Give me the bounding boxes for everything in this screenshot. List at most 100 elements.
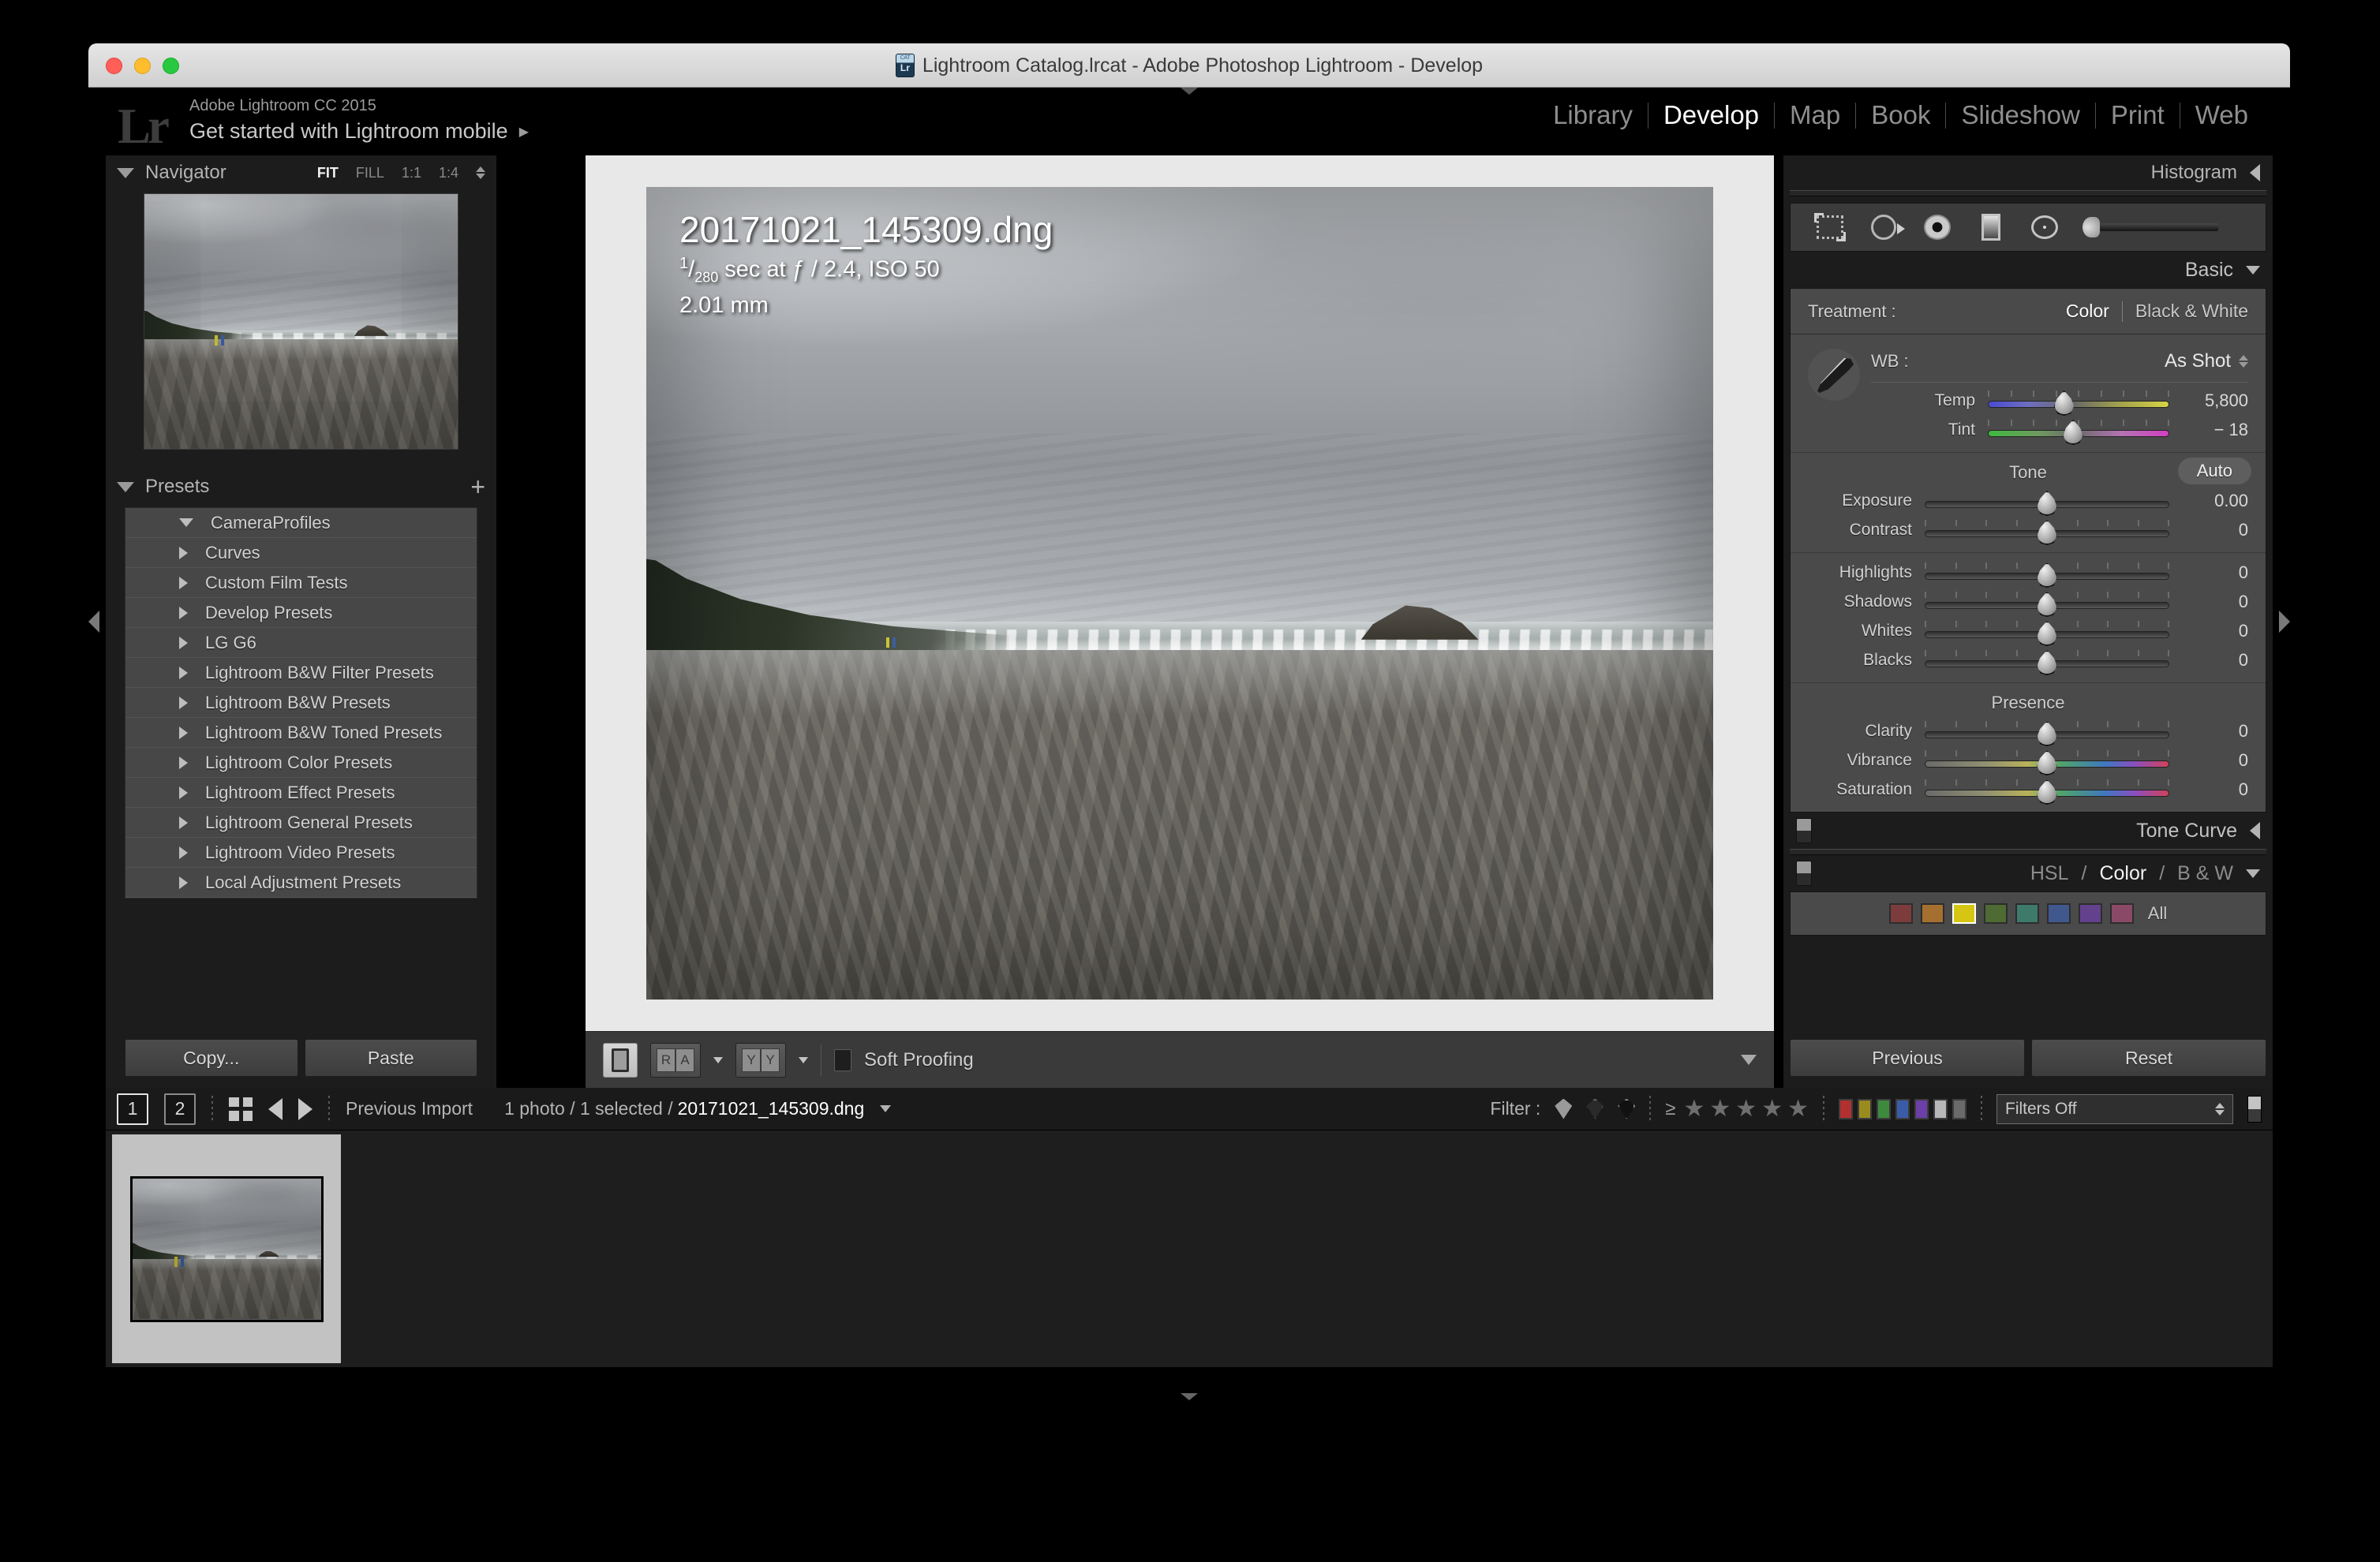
go-back-icon[interactable] xyxy=(268,1098,283,1120)
chevron-right-icon[interactable] xyxy=(179,547,188,559)
hsl-swatch-all[interactable]: All xyxy=(2148,903,2167,924)
flag-unflagged-icon[interactable] xyxy=(1586,1099,1604,1119)
toolbar-options-caret[interactable] xyxy=(1741,1055,1757,1065)
chevron-right-icon[interactable] xyxy=(179,697,188,709)
chevron-down-icon[interactable] xyxy=(2246,266,2260,275)
preset-folder-lightroom-color-presets[interactable]: Lightroom Color Presets xyxy=(125,748,477,778)
star-5-icon[interactable]: ★ xyxy=(1787,1095,1809,1123)
star-1-icon[interactable]: ★ xyxy=(1683,1095,1705,1123)
slider-saturation[interactable]: Saturation 0 xyxy=(1791,775,2266,804)
graduated-filter-icon[interactable] xyxy=(1975,211,2007,243)
zoom-level-1-1[interactable]: 1:1 xyxy=(402,165,421,181)
white-balance-eyedropper-icon[interactable] xyxy=(1808,349,1860,401)
preset-folder-lightroom-effect-presets[interactable]: Lightroom Effect Presets xyxy=(125,778,477,808)
top-panel-toggle-arrow[interactable] xyxy=(1181,88,1198,95)
module-library[interactable]: Library xyxy=(1538,100,1648,130)
preset-folder-lightroom-bw-filter-presets[interactable]: Lightroom B&W Filter Presets xyxy=(125,658,477,688)
hsl-swatch-green[interactable] xyxy=(1984,903,2008,924)
preset-folder-curves[interactable]: Curves xyxy=(125,538,477,568)
filmstrip-thumbnail[interactable] xyxy=(130,1176,324,1322)
slider-value-exposure[interactable]: 0.00 xyxy=(2182,491,2248,511)
module-slideshow[interactable]: Slideshow xyxy=(1946,100,2094,130)
preview-area[interactable]: 20171021_145309.dng 1/280 sec at ƒ / 2.4… xyxy=(586,155,1774,1031)
compare-yy-button[interactable]: Y Y xyxy=(735,1043,786,1078)
bottom-panel-toggle-arrow[interactable] xyxy=(1181,1393,1198,1400)
slider-highlights[interactable]: Highlights 0 xyxy=(1791,558,2266,587)
hsl-swatch-red[interactable] xyxy=(1889,903,1913,924)
hsl-enable-switch[interactable] xyxy=(1796,861,1812,886)
slider-contrast[interactable]: Contrast 0 xyxy=(1791,515,2266,544)
before-after-button[interactable]: R A xyxy=(650,1043,701,1078)
filmstrip-source-label[interactable]: Previous Import xyxy=(346,1098,473,1119)
navigator-header[interactable]: Navigator FIT FILL 1:1 1:4 xyxy=(106,155,496,190)
slider-value-saturation[interactable]: 0 xyxy=(2182,779,2248,800)
chevron-right-icon[interactable] xyxy=(179,757,188,769)
filmstrip-thumbnails[interactable] xyxy=(106,1130,2273,1367)
presets-list[interactable]: CameraProfiles Curves Custom Film Tests xyxy=(125,507,477,899)
module-web[interactable]: Web xyxy=(2180,100,2263,130)
filter-preset-stepper[interactable] xyxy=(2215,1103,2225,1115)
preset-folder-local-adjustment-presets[interactable]: Local Adjustment Presets xyxy=(125,868,477,898)
go-forward-icon[interactable] xyxy=(298,1098,312,1120)
chevron-left-icon[interactable] xyxy=(2250,822,2260,839)
filter-enable-switch[interactable] xyxy=(2247,1096,2262,1123)
slider-value-contrast[interactable]: 0 xyxy=(2182,520,2248,540)
slider-temp[interactable]: Temp 5,800 xyxy=(1854,386,2266,415)
treatment-black-and-white-option[interactable]: Black & White xyxy=(2135,301,2248,322)
slider-value-clarity[interactable]: 0 xyxy=(2182,721,2248,742)
soft-proofing-checkbox[interactable] xyxy=(834,1049,851,1071)
color-label-none[interactable] xyxy=(1952,1099,1966,1119)
module-map[interactable]: Map xyxy=(1775,100,1855,130)
star-3-icon[interactable]: ★ xyxy=(1735,1095,1757,1123)
slider-exposure[interactable]: Exposure 0.00 xyxy=(1791,486,2266,515)
identity-plate[interactable]: Adobe Lightroom CC 2015 Get started with… xyxy=(189,97,529,144)
flag-rejected-icon[interactable] xyxy=(1618,1099,1635,1119)
chevron-down-icon[interactable] xyxy=(179,518,193,527)
color-label-white[interactable] xyxy=(1933,1099,1948,1119)
histogram-header[interactable]: Histogram xyxy=(1783,155,2273,190)
preset-folder-lightroom-video-presets[interactable]: Lightroom Video Presets xyxy=(125,838,477,868)
radial-filter-icon[interactable] xyxy=(2029,211,2060,243)
hsl-swatch-orange[interactable] xyxy=(1921,903,1944,924)
slider-blacks[interactable]: Blacks 0 xyxy=(1791,645,2266,674)
hsl-swatch-aqua[interactable] xyxy=(2015,903,2039,924)
filmstrip-source-caret[interactable] xyxy=(880,1105,891,1112)
red-eye-icon[interactable] xyxy=(1922,211,1953,243)
wb-stepper-icon[interactable] xyxy=(2239,355,2248,368)
screen-two-button[interactable]: 2 xyxy=(164,1093,196,1125)
copy-button[interactable]: Copy... xyxy=(125,1039,298,1077)
hsl-tab-hsl[interactable]: HSL xyxy=(2030,862,2069,885)
tone-curve-enable-switch[interactable] xyxy=(1796,818,1812,843)
slider-whites[interactable]: Whites 0 xyxy=(1791,616,2266,645)
hsl-tab-color[interactable]: Color xyxy=(2099,862,2146,885)
preset-folder-lg-g6[interactable]: LG G6 xyxy=(125,628,477,658)
slider-value-vibrance[interactable]: 0 xyxy=(2182,750,2248,771)
paste-button[interactable]: Paste xyxy=(305,1039,478,1077)
slider-value-temp[interactable]: 5,800 xyxy=(2182,390,2248,411)
filmstrip-selected-file[interactable]: 20171021_145309.dng xyxy=(678,1098,865,1119)
hsl-swatch-blue[interactable] xyxy=(2047,903,2071,924)
color-label-green[interactable] xyxy=(1877,1099,1891,1119)
chevron-down-icon[interactable] xyxy=(117,168,134,178)
identity-tagline-row[interactable]: Get started with Lightroom mobile ▶ xyxy=(189,119,529,144)
before-after-options-caret[interactable] xyxy=(713,1057,723,1063)
preset-folder-lightroom-bw-toned-presets[interactable]: Lightroom B&W Toned Presets xyxy=(125,718,477,748)
color-label-purple[interactable] xyxy=(1914,1099,1929,1119)
previous-button[interactable]: Previous xyxy=(1790,1039,2025,1077)
left-panel-collapse-arrow[interactable] xyxy=(88,611,99,633)
chevron-right-icon[interactable] xyxy=(179,846,188,859)
chevron-right-icon[interactable] xyxy=(179,876,188,889)
treatment-color-option[interactable]: Color xyxy=(2066,301,2109,322)
basic-panel-header[interactable]: Basic xyxy=(1783,252,2273,288)
filter-preset-select[interactable]: Filters Off xyxy=(1996,1094,2233,1124)
slider-value-shadows[interactable]: 0 xyxy=(2182,592,2248,612)
filmstrip-cell-selected[interactable] xyxy=(112,1134,341,1363)
wb-preset-dropdown[interactable]: As Shot xyxy=(2165,350,2248,372)
screen-one-button[interactable]: 1 xyxy=(117,1093,148,1125)
preset-folder-develop-presets[interactable]: Develop Presets xyxy=(125,598,477,628)
zoom-level-1-4[interactable]: 1:4 xyxy=(439,165,458,181)
zoom-stepper[interactable] xyxy=(476,166,485,179)
adjustment-brush-icon[interactable] xyxy=(2082,211,2218,243)
slider-value-tint[interactable]: − 18 xyxy=(2182,420,2248,440)
slider-value-blacks[interactable]: 0 xyxy=(2182,650,2248,671)
